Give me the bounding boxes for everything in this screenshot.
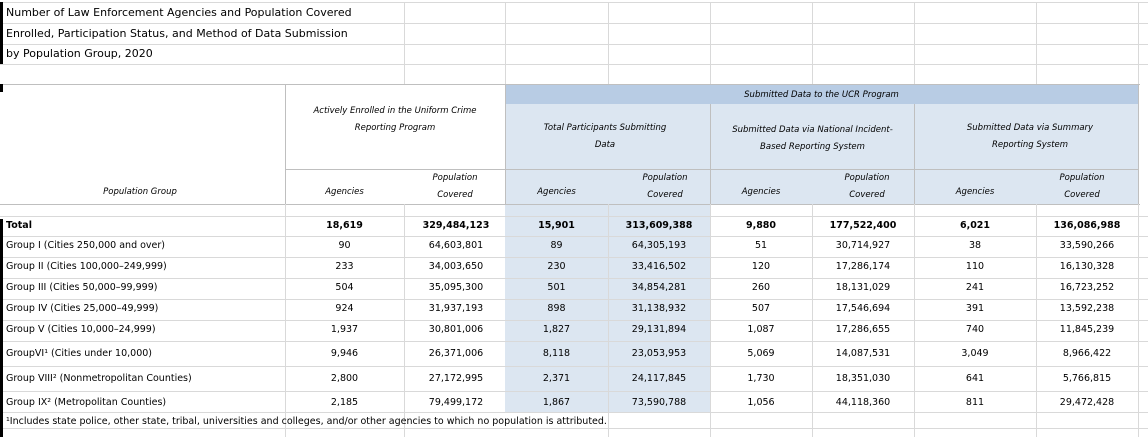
table-cell: 329,484,123	[422, 220, 490, 231]
table-cell: 1,827	[542, 324, 571, 335]
table-cell: 5,766,815	[1062, 373, 1112, 384]
table-cell: 241	[965, 282, 985, 293]
table-cell: 90	[338, 240, 351, 251]
table-cell: 2,371	[542, 373, 571, 384]
row-label: Group V (Cities 10,000–24,999)	[6, 324, 156, 335]
header-srs: Submitted Data via Summary Reporting Sys…	[966, 123, 1094, 150]
header-agencies-1: Agencies	[325, 187, 364, 197]
row-label: Group VIII² (Nonmetropolitan Counties)	[6, 373, 192, 384]
table-cell: 1,937	[330, 324, 359, 335]
header-total-participants: Total Participants Submitting Data	[543, 123, 667, 150]
table-cell: 64,305,193	[631, 240, 687, 251]
header-agencies-3: Agencies	[741, 187, 781, 197]
table-cell: 38	[968, 240, 982, 251]
table-cell: 34,854,281	[631, 282, 687, 293]
table-cell: 15,901	[538, 220, 575, 231]
table-cell: 9,880	[745, 220, 777, 231]
table-cell: 33,590,266	[1059, 240, 1115, 251]
table-cell: 2,800	[330, 373, 359, 384]
table-cell: 740	[965, 324, 985, 335]
table-cell: 79,499,172	[428, 397, 484, 408]
row-label: Group II (Cities 100,000–249,999)	[6, 261, 167, 272]
table-cell: 16,723,252	[1059, 282, 1115, 293]
table-cell: 14,087,531	[835, 348, 891, 359]
table-cell: 230	[547, 261, 566, 272]
table-cell: 507	[751, 303, 771, 314]
table-cell: 35,095,300	[428, 282, 484, 293]
table-cell: 177,522,400	[829, 220, 897, 231]
table-cell: 8,118	[542, 348, 571, 359]
table-cell: 17,286,174	[835, 261, 891, 272]
table-cell: 5,069	[747, 348, 775, 359]
table-cell: 44,118,360	[835, 397, 891, 408]
table-cell: 24,117,845	[631, 373, 687, 384]
table-cell: 811	[965, 397, 985, 408]
table-cell: 641	[965, 373, 985, 384]
row-label: Group IV (Cities 25,000–49,999)	[6, 303, 159, 314]
header-agencies-2: Agencies	[537, 187, 576, 197]
table-cell: 18,131,029	[835, 282, 891, 293]
table-cell: 26,371,006	[428, 348, 484, 359]
table-cell: 110	[965, 261, 985, 272]
table-cell: 898	[547, 303, 566, 314]
table-cell: 9,946	[330, 348, 359, 359]
table-cell: 89	[550, 240, 563, 251]
header-population-3: Population Covered	[844, 173, 890, 200]
title-line-2: Enrolled, Participation Status, and Meth…	[6, 27, 348, 40]
table-cell: 30,714,927	[835, 240, 891, 251]
table-cell: 29,472,428	[1059, 397, 1115, 408]
table-cell: 29,131,894	[631, 324, 687, 335]
table-cell: 23,053,953	[631, 348, 687, 359]
table-cell: 1,867	[542, 397, 571, 408]
row-label: GroupVI¹ (Cities under 10,000)	[6, 348, 152, 359]
row-label: Total	[6, 220, 32, 231]
table-cell: 260	[751, 282, 771, 293]
header-population-1: Population Covered	[432, 173, 478, 200]
table-cell: 391	[965, 303, 985, 314]
table-cell: 31,138,932	[631, 303, 687, 314]
row-label: Group III (Cities 50,000–99,999)	[6, 282, 158, 293]
header-agencies-4: Agencies	[955, 187, 995, 197]
table-cell: 313,609,388	[625, 220, 693, 231]
table-cell: 17,286,655	[835, 324, 891, 335]
table-cell: 136,086,988	[1053, 220, 1121, 231]
table-cell: 13,592,238	[1059, 303, 1115, 314]
table-cell: 8,966,422	[1062, 348, 1112, 359]
table-cell: 120	[751, 261, 771, 272]
table-cell: 504	[335, 282, 354, 293]
table-cell: 16,130,328	[1059, 261, 1115, 272]
title-line-3: by Population Group, 2020	[6, 47, 153, 60]
table-cell: 73,590,788	[631, 397, 687, 408]
table-cell: 18,619	[326, 220, 363, 231]
footnote: ¹Includes state police, other state, tri…	[6, 416, 607, 427]
header-submitted-ucr: Submitted Data to the UCR Program	[744, 90, 899, 100]
header-actively-enrolled: Actively Enrolled in the Uniform Crime R…	[313, 106, 477, 133]
table-cell: 1,087	[747, 324, 775, 335]
header-population-group: Population Group	[103, 187, 177, 197]
table-cell: 2,185	[330, 397, 359, 408]
header-nibrs: Submitted Data via National Incident-Bas…	[732, 125, 893, 152]
table-cell: 34,003,650	[428, 261, 484, 272]
row-label: Group I (Cities 250,000 and over)	[6, 240, 166, 251]
table-cell: 27,172,995	[428, 373, 484, 384]
table-cell: 51	[754, 240, 768, 251]
table-cell: 3,049	[961, 348, 989, 359]
table-cell: 30,801,006	[428, 324, 484, 335]
table-cell: 31,937,193	[428, 303, 484, 314]
table-cell: 924	[335, 303, 354, 314]
table-cell: 11,845,239	[1059, 324, 1115, 335]
header-population-4: Population Covered	[1059, 173, 1105, 200]
table-cell: 501	[547, 282, 566, 293]
title-line-1: Number of Law Enforcement Agencies and P…	[6, 6, 352, 19]
table-cell: 6,021	[959, 220, 991, 231]
table-cell: 18,351,030	[835, 373, 891, 384]
table-cell: 17,546,694	[835, 303, 891, 314]
table-cell: 233	[335, 261, 354, 272]
table-cell: 33,416,502	[631, 261, 687, 272]
row-label: Group IX² (Metropolitan Counties)	[6, 397, 167, 408]
table-cell: 1,730	[747, 373, 775, 384]
header-population-2: Population Covered	[642, 173, 688, 200]
table-cell: 1,056	[747, 397, 775, 408]
table-cell: 64,603,801	[428, 240, 484, 251]
